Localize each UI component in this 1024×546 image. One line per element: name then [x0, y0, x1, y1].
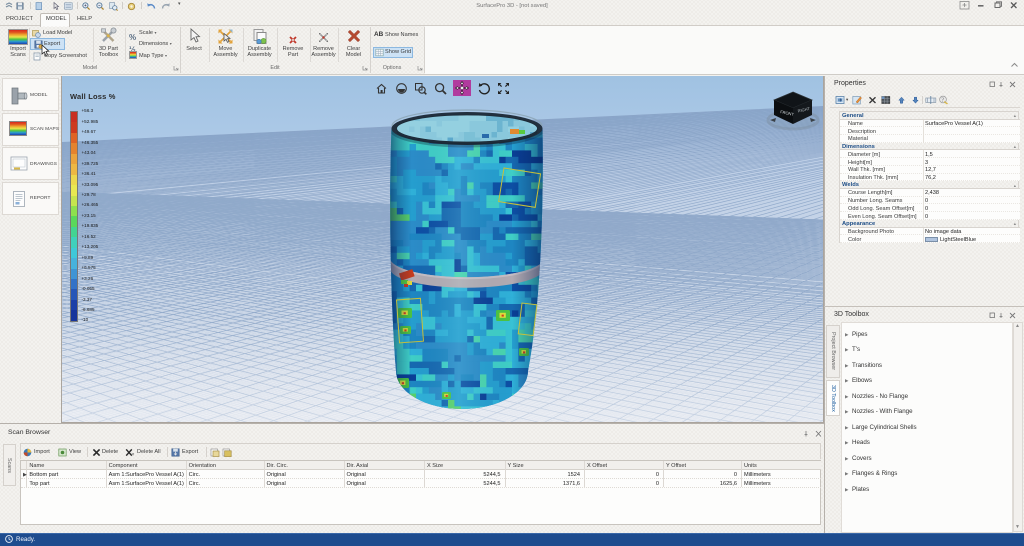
svg-text:?: ?	[941, 98, 944, 104]
svg-text:×: ×	[131, 452, 134, 457]
